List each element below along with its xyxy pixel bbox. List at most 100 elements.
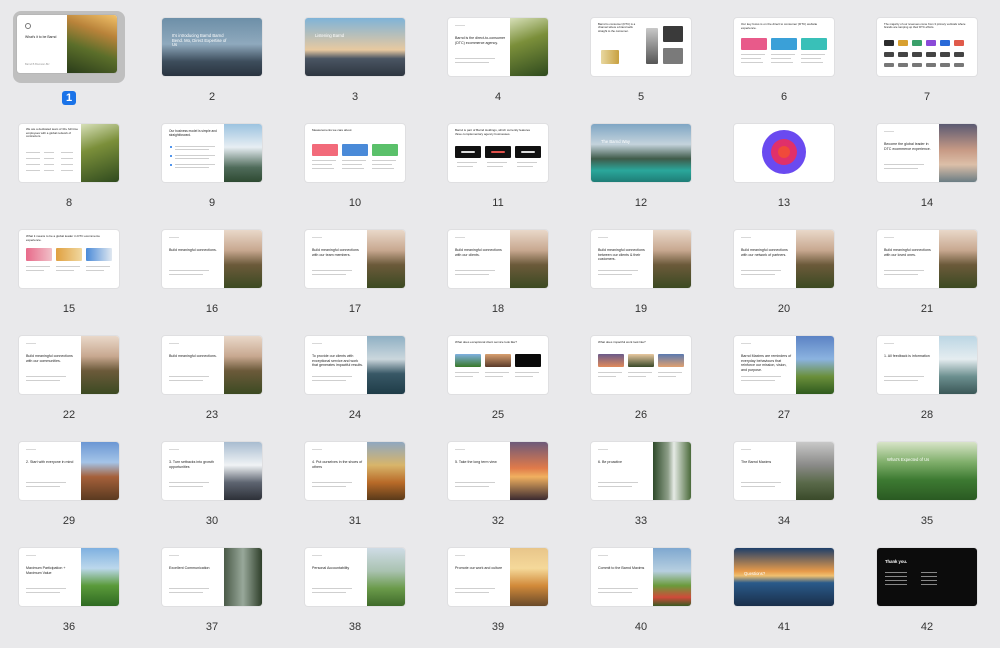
text-line xyxy=(598,486,632,488)
slide-thumbnail[interactable]: Listening Barnd 3 xyxy=(300,12,410,118)
slide-thumbnail[interactable]: Build meaningful connections. 16 xyxy=(157,224,267,330)
slide-label xyxy=(884,237,894,239)
slide-thumbnail[interactable]: Build meaningful connections with our lo… xyxy=(872,224,982,330)
text-line xyxy=(658,372,682,374)
slide-thumbnail[interactable]: Questions? 41 xyxy=(729,542,839,648)
slide-thumbnail[interactable]: Become the global leader in DTC ecommerc… xyxy=(872,118,982,224)
slide-thumbnail[interactable]: 5. Take the long term view 32 xyxy=(443,436,553,542)
slide-thumbnail[interactable]: Promote our work and culture 39 xyxy=(443,542,553,648)
slide-thumbnail[interactable]: Excellent Communication 37 xyxy=(157,542,267,648)
thumbnail-frame: Measurements we care about xyxy=(303,121,407,185)
thumbnail-frame: What it means to be a global leader in D… xyxy=(17,227,121,291)
bullet-dot xyxy=(170,155,172,157)
logo xyxy=(954,63,964,67)
slide-thumbnail[interactable]: The Barnd Maxims 34 xyxy=(729,436,839,542)
text-line xyxy=(457,166,473,168)
slide-photo xyxy=(81,124,119,182)
text-line xyxy=(372,160,396,162)
thumbnail-frame: Build meaningful connections with our cl… xyxy=(446,227,550,291)
slide-thumbnail[interactable]: Measurements we care about 10 xyxy=(300,118,410,224)
table-cell xyxy=(61,152,73,154)
slide-thumbnail[interactable]: The majority of our revenues come from 3… xyxy=(872,12,982,118)
thumbnail-frame: Personal Accountability xyxy=(303,545,407,609)
slide-thumbnail[interactable]: What it means to be a global leader in D… xyxy=(14,224,124,330)
slide-photo xyxy=(224,230,262,288)
slide-thumbnail[interactable]: Commit to the Barnd Maxims 40 xyxy=(586,542,696,648)
company-logo xyxy=(461,151,475,153)
slide-thumbnail[interactable]: Our key focus is on the direct to consum… xyxy=(729,12,839,118)
slide-photo xyxy=(796,442,834,500)
slide-thumbnail[interactable]: What does exceptional client service loo… xyxy=(443,330,553,436)
slide-thumbnail[interactable]: 2. Start with everyone in mind 29 xyxy=(14,436,124,542)
slide-number: 5 xyxy=(586,91,696,103)
slide-title: Listening Barnd xyxy=(315,33,345,38)
slide-title: What does exceptional client service loo… xyxy=(455,340,517,344)
slide-title: 5. Take the long term view xyxy=(455,460,497,464)
slide-thumbnail[interactable]: Build meaningful connections between our… xyxy=(586,224,696,330)
slide-thumbnail[interactable]: Build meaningful connections. 23 xyxy=(157,330,267,436)
bullet-dot xyxy=(170,146,172,148)
slide-thumbnail[interactable]: The Barnd Way 12 xyxy=(586,118,696,224)
slide-thumbnail[interactable]: Build meaningful connections with our cl… xyxy=(443,224,553,330)
text-line xyxy=(741,376,781,378)
slide-thumbnail[interactable]: 1. All feedback is information 28 xyxy=(872,330,982,436)
slide-thumbnail[interactable]: It's introducing Barnd Barnd Bend. Mo, D… xyxy=(157,12,267,118)
slide-thumbnail[interactable]: What's Expected of Us 35 xyxy=(872,436,982,542)
slide-photo xyxy=(67,15,117,73)
slide-number: 42 xyxy=(872,621,982,633)
slide-thumbnail[interactable]: 13 xyxy=(729,118,839,224)
slide-thumbnail[interactable]: Build meaningful connections with our ne… xyxy=(729,224,839,330)
slide-thumbnail[interactable]: Maximum Participation + Maximum Value 36 xyxy=(14,542,124,648)
slide-label xyxy=(741,237,751,239)
slide-thumbnail[interactable]: Barnd to consumer (DTC) is a channel whe… xyxy=(586,12,696,118)
slide-title: 2. Start with everyone in mind xyxy=(26,460,74,464)
text-line xyxy=(26,266,50,268)
logo xyxy=(884,63,894,67)
thumbnail-frame: The Barnd Maxims xyxy=(732,439,836,503)
text-line xyxy=(885,572,907,574)
slide-thumbnail[interactable]: 3. Turn setbacks into growth opportuniti… xyxy=(157,436,267,542)
slide-preview xyxy=(734,124,834,182)
slide-preview: Build meaningful connections. xyxy=(162,230,262,288)
slide-preview: Barnd Maxims are reminders of everyday b… xyxy=(734,336,834,394)
thumbnail-frame: Excellent Communication xyxy=(160,545,264,609)
slide-photo xyxy=(224,124,262,182)
slide-thumbnail[interactable]: Barnd is the direct-to-consumer (DTC) ec… xyxy=(443,12,553,118)
slide-preview: Build meaningful connections with our lo… xyxy=(877,230,977,288)
table-cell xyxy=(44,152,54,154)
text-line xyxy=(455,486,489,488)
slide-number-label: 8 xyxy=(65,197,73,209)
slide-thumbnail[interactable]: Barnd is part of Barnd Holdings, which c… xyxy=(443,118,553,224)
slide-thumbnail[interactable]: Build meaningful connections with our co… xyxy=(14,330,124,436)
slide-title: Build meaningful connections. xyxy=(169,248,217,252)
slide-thumbnail[interactable]: Thank you. 42 xyxy=(872,542,982,648)
slide-thumbnail[interactable]: What's it to be Barnd Barnd B Bwinster-Bi… xyxy=(13,11,125,118)
slide-number-label: 37 xyxy=(205,621,219,633)
slide-thumbnail[interactable]: Barnd Maxims are reminders of everyday b… xyxy=(729,330,839,436)
slide-thumbnail[interactable]: Personal Accountability 38 xyxy=(300,542,410,648)
slide-thumbnail[interactable]: To provide our clients with exceptional … xyxy=(300,330,410,436)
slide-title: What's it to be Barnd xyxy=(25,35,57,39)
slide-photo xyxy=(653,548,691,606)
slide-number-label: 5 xyxy=(637,91,645,103)
slide-thumbnail[interactable]: 4. Put ourselves in the shoes of others 3… xyxy=(300,436,410,542)
slide-thumbnail[interactable]: We are a dedicated team of 30+ full time… xyxy=(14,118,124,224)
slide-number: 39 xyxy=(443,621,553,633)
text-line xyxy=(801,58,821,60)
thumbnail-frame: We are a dedicated team of 30+ full time… xyxy=(17,121,121,185)
slide-label xyxy=(312,343,322,345)
text-line xyxy=(485,372,509,374)
slide-preview: Build meaningful connections between our… xyxy=(591,230,691,288)
thumbnail-frame: Our key focus is on the direct to consum… xyxy=(732,15,836,79)
slide-thumbnail[interactable]: Our business model is simple and straigh… xyxy=(157,118,267,224)
slide-thumbnail[interactable]: 6. Be proactive 33 xyxy=(586,436,696,542)
slide-thumbnail[interactable]: Build meaningful connections with our te… xyxy=(300,224,410,330)
ring-inner xyxy=(778,146,790,158)
thumbnail-frame: What does exceptional client service loo… xyxy=(446,333,550,397)
slide-thumbnail[interactable]: What does impactful work look like? 26 xyxy=(586,330,696,436)
slide-number: 34 xyxy=(729,515,839,527)
text-line xyxy=(169,270,209,272)
slide-number-label: 7 xyxy=(923,91,931,103)
slide-number-label: 30 xyxy=(205,515,219,527)
table-cell xyxy=(44,164,54,166)
